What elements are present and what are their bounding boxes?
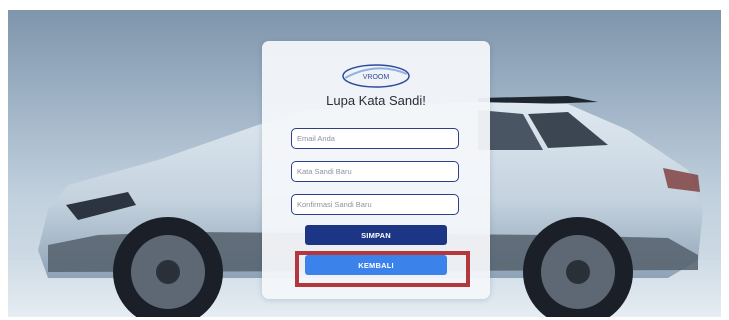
highlight-box — [295, 251, 470, 287]
new-password-field[interactable] — [291, 161, 459, 182]
confirm-password-field[interactable] — [291, 194, 459, 215]
background-photo: VROOM Lupa Kata Sandi! SIMPAN KEMBALI — [8, 10, 721, 317]
save-button[interactable]: SIMPAN — [305, 225, 447, 245]
email-field[interactable] — [291, 128, 459, 149]
logo-text: VROOM — [363, 74, 390, 81]
page-title: Lupa Kata Sandi! — [326, 93, 426, 108]
